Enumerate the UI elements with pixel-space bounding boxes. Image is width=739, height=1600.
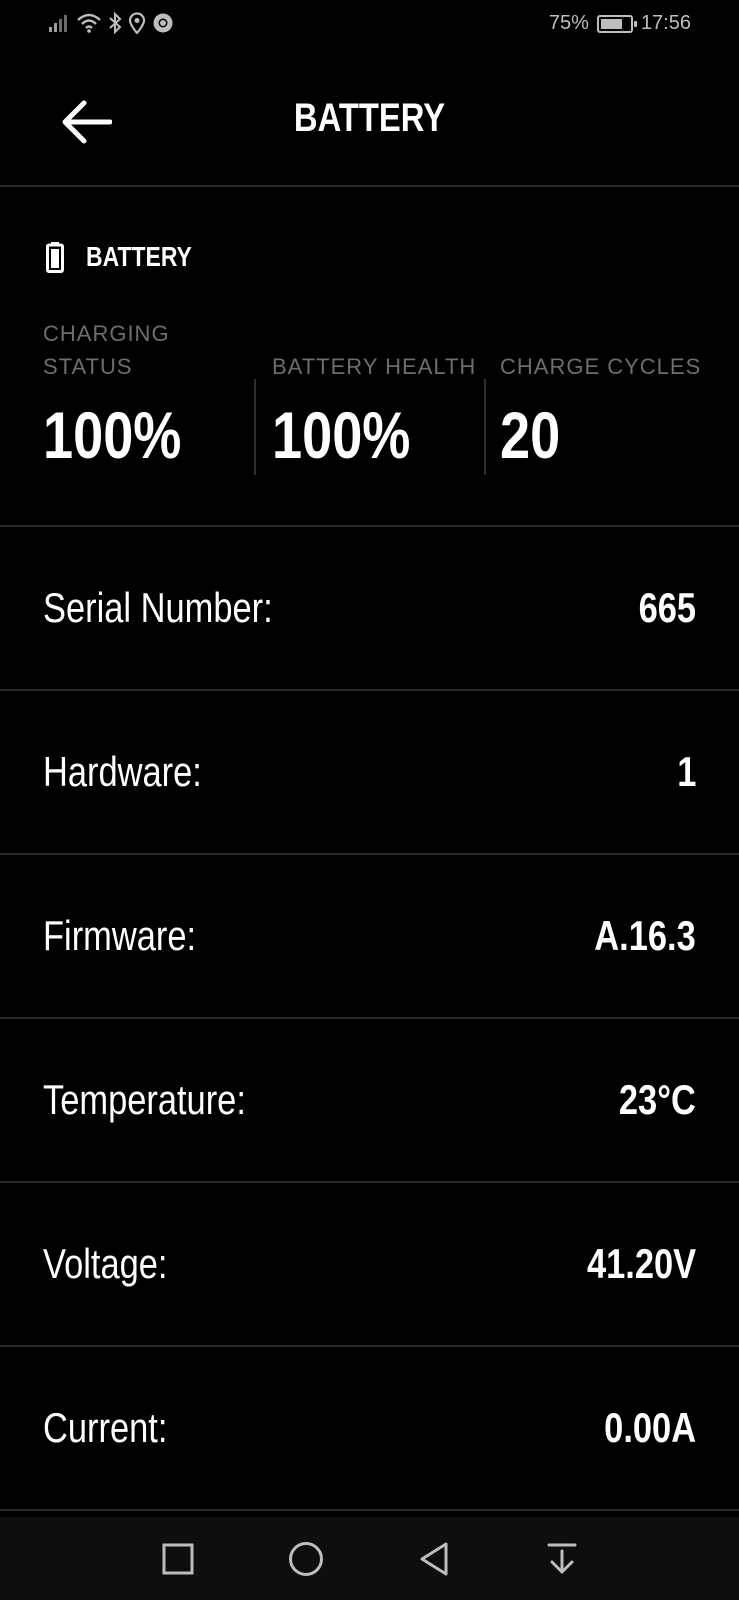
detail-value: 0.00A [604, 1404, 696, 1451]
battery-details: Serial Number: 665 Hardware: 1 Firmware:… [0, 527, 739, 1511]
status-battery-icon [596, 14, 637, 33]
charge-cycles-stat: CHARGE CYCLES 20 [500, 317, 720, 473]
detail-value: A.16.3 [594, 912, 696, 959]
battery-health-value: 100% [272, 398, 411, 472]
location-icon [128, 12, 146, 34]
detail-label: Temperature: [43, 1076, 246, 1123]
detail-label: Firmware: [43, 912, 197, 959]
battery-health-stat: BATTERY HEALTH 100% [272, 317, 492, 473]
detail-value: 23°C [619, 1076, 696, 1123]
wifi-icon [77, 13, 101, 33]
detail-value: 1 [676, 748, 696, 795]
bluetooth-icon [109, 12, 122, 34]
page-title: BATTERY [293, 96, 446, 140]
status-bar: 75% 17:56 [0, 0, 739, 52]
status-battery-fill [600, 18, 622, 29]
app-header: BATTERY [0, 52, 739, 187]
chrome-icon [153, 13, 173, 33]
home-button[interactable] [242, 1517, 370, 1600]
signal-icon [49, 15, 67, 32]
detail-label: Voltage: [43, 1240, 168, 1287]
detail-row-current: Current: 0.00A [0, 1347, 739, 1511]
system-nav-bar [0, 1517, 739, 1600]
detail-label: Serial Number: [43, 584, 273, 631]
detail-row-firmware: Firmware: A.16.3 [0, 855, 739, 1019]
charging-status-value: 100% [43, 398, 182, 472]
recents-button[interactable] [114, 1517, 242, 1600]
home-circle-icon [288, 1541, 323, 1576]
clock: 17:56 [640, 12, 691, 34]
recents-square-icon [162, 1543, 193, 1574]
battery-summary: BATTERY CHARGING STATUS 100% BATTERY HEA… [0, 187, 739, 527]
battery-section-title: BATTERY [86, 241, 192, 272]
battery-section-header: BATTERY [46, 241, 215, 273]
detail-label: Current: [43, 1404, 168, 1451]
stat-divider [484, 379, 486, 475]
battery-percent: 75% [548, 12, 589, 34]
charging-status-label: CHARGING STATUS [43, 321, 170, 379]
detail-row-temperature: Temperature: 23°C [0, 1019, 739, 1183]
back-triangle-icon [420, 1542, 447, 1575]
status-icons [48, 12, 174, 34]
detail-value: 41.20V [586, 1240, 696, 1287]
nav-back-button[interactable] [370, 1517, 498, 1600]
detail-row-hardware: Hardware: 1 [0, 691, 739, 855]
detail-value: 665 [638, 584, 696, 631]
battery-health-label: BATTERY HEALTH [272, 354, 477, 379]
battery-icon [46, 242, 64, 273]
stat-divider [254, 379, 256, 475]
status-right: 75% 17:56 [549, 12, 691, 35]
notification-pull-down-icon [547, 1543, 576, 1573]
detail-row-serial-number: Serial Number: 665 [0, 527, 739, 691]
notification-pull-button[interactable] [498, 1517, 626, 1600]
charge-cycles-label: CHARGE CYCLES [500, 354, 702, 379]
detail-label: Hardware: [43, 748, 202, 795]
detail-row-voltage: Voltage: 41.20V [0, 1183, 739, 1347]
charging-status-stat: CHARGING STATUS 100% [43, 317, 263, 473]
charge-cycles-value: 20 [500, 398, 561, 472]
